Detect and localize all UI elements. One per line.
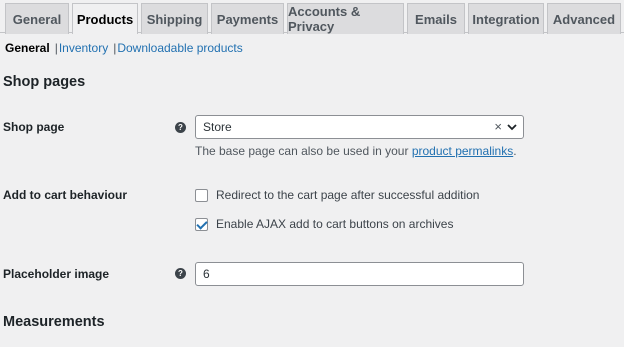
- placeholder-image-input[interactable]: [195, 262, 524, 286]
- redirect-to-cart-option[interactable]: Redirect to the cart page after successf…: [195, 188, 479, 202]
- shop-page-description: The base page can also be used in your p…: [195, 144, 517, 158]
- subnav-current-general: General: [5, 41, 50, 55]
- redirect-to-cart-label: Redirect to the cart page after successf…: [216, 188, 480, 202]
- subnav-separator: |: [113, 41, 117, 55]
- ajax-add-to-cart-checkbox[interactable]: [195, 217, 208, 231]
- chevron-down-icon[interactable]: [507, 122, 517, 132]
- settings-page: General Products Shipping Payments Accou…: [0, 0, 624, 347]
- tab-payments[interactable]: Payments: [211, 3, 284, 34]
- section-heading-measurements: Measurements: [3, 314, 105, 330]
- section-subnav: General | Inventory | Downloadable produ…: [5, 41, 243, 55]
- tab-general[interactable]: General: [5, 3, 69, 34]
- help-icon[interactable]: ?: [175, 122, 186, 133]
- product-permalinks-link[interactable]: product permalinks: [412, 144, 513, 158]
- tab-accounts-privacy[interactable]: Accounts & Privacy: [287, 3, 404, 34]
- tab-shipping[interactable]: Shipping: [141, 3, 208, 34]
- description-text: The base page can also be used in your: [195, 144, 412, 158]
- add-to-cart-label: Add to cart behaviour: [3, 188, 128, 202]
- shop-page-select[interactable]: Store ×: [195, 115, 524, 139]
- redirect-to-cart-checkbox[interactable]: [195, 188, 208, 202]
- description-suffix: .: [513, 144, 517, 158]
- help-icon[interactable]: ?: [175, 268, 186, 279]
- shop-page-selected-value: Store: [203, 120, 232, 134]
- subnav-separator: |: [54, 41, 58, 55]
- shop-page-label: Shop page: [3, 120, 65, 134]
- tab-integration[interactable]: Integration: [468, 3, 544, 34]
- placeholder-image-label: Placeholder image: [3, 267, 110, 281]
- subnav-link-inventory[interactable]: Inventory: [59, 41, 108, 55]
- settings-tabs: General Products Shipping Payments Accou…: [0, 0, 624, 34]
- tab-emails[interactable]: Emails: [407, 3, 465, 34]
- subnav-link-downloadable-products[interactable]: Downloadable products: [117, 41, 242, 55]
- section-heading-shop-pages: Shop pages: [3, 74, 86, 90]
- tab-advanced[interactable]: Advanced: [547, 3, 621, 34]
- tab-products[interactable]: Products: [72, 3, 138, 34]
- ajax-add-to-cart-option[interactable]: Enable AJAX add to cart buttons on archi…: [195, 217, 453, 231]
- clear-icon[interactable]: ×: [494, 119, 502, 134]
- ajax-add-to-cart-label: Enable AJAX add to cart buttons on archi…: [216, 217, 454, 231]
